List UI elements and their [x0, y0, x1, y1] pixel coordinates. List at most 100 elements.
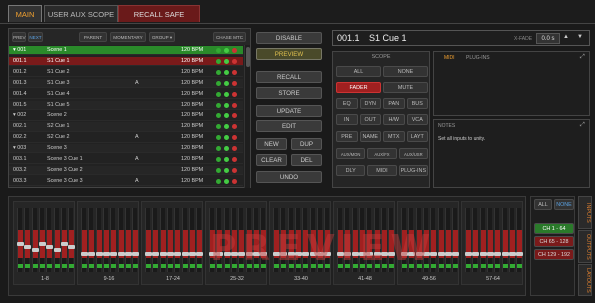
cue-row[interactable]: 002.1 S2 Cue 1 120 BPM — [9, 122, 243, 132]
active-dot-icon[interactable] — [224, 69, 229, 75]
scope-button[interactable]: PAN — [383, 98, 405, 109]
active-dot-icon[interactable] — [224, 91, 229, 97]
tab-recall-safe[interactable]: RECALL SAFE — [118, 5, 200, 22]
cue-row[interactable]: 001.1 S1 Cue 1 120 BPM — [9, 56, 243, 67]
scope-button[interactable]: MIDI — [367, 165, 397, 176]
green-dot-icon[interactable] — [216, 146, 221, 152]
red-dot-icon[interactable] — [232, 69, 237, 75]
scope-button[interactable]: NONE — [383, 66, 428, 77]
update-button[interactable]: UPDATE — [256, 105, 322, 117]
scope-button[interactable]: FADER — [336, 82, 381, 93]
expand-icon[interactable]: ⤢ — [580, 122, 585, 129]
dup-button[interactable]: DUP — [291, 138, 322, 150]
cue-row[interactable]: ▾ 001 Scene 1 120 BPM — [9, 46, 243, 56]
scope-button[interactable]: ALL — [336, 66, 381, 77]
fader-cap[interactable] — [24, 245, 32, 249]
cue-row[interactable]: 001.2 S1 Cue 2 120 BPM — [9, 68, 243, 78]
fader-bank[interactable]: 1-8 — [13, 201, 76, 285]
fader-cap[interactable] — [17, 242, 24, 246]
green-dot-icon[interactable] — [216, 178, 221, 184]
fader-cap[interactable] — [494, 252, 502, 256]
fader-cap[interactable] — [437, 252, 445, 256]
fader-cap[interactable] — [88, 252, 96, 256]
active-dot-icon[interactable] — [224, 80, 229, 86]
active-dot-icon[interactable] — [224, 124, 229, 130]
fader-cap[interactable] — [472, 252, 480, 256]
red-dot-icon[interactable] — [232, 167, 237, 173]
cue-row[interactable]: ▾ 002 Scene 2 120 BPM — [9, 111, 243, 121]
red-dot-icon[interactable] — [232, 157, 237, 162]
fader-cap[interactable] — [145, 252, 152, 256]
tab-outputs[interactable]: OUTPUTS — [578, 230, 592, 263]
down-arrow-icon[interactable]: ▼ — [577, 34, 583, 40]
fader-cap[interactable] — [102, 252, 110, 256]
fader-cap[interactable] — [117, 252, 125, 256]
scope-button[interactable]: BUS — [406, 98, 428, 109]
chase-mtc-button[interactable]: CHASE MTC — [213, 32, 246, 42]
red-dot-icon[interactable] — [232, 102, 237, 108]
fader-cap[interactable] — [166, 252, 174, 256]
scope-button[interactable]: DLY — [336, 165, 366, 176]
fader-cap[interactable] — [465, 252, 472, 256]
notes-text[interactable]: Set all inputs to unity. — [438, 136, 586, 184]
active-dot-icon[interactable] — [224, 135, 229, 141]
tab-layouts[interactable]: LAYOUTS — [578, 264, 592, 296]
fader-cap[interactable] — [516, 252, 524, 256]
active-dot-icon[interactable] — [224, 102, 229, 108]
group-dropdown[interactable]: GROUP ▾ — [149, 32, 175, 42]
tab-midi[interactable]: MIDI — [444, 55, 455, 61]
fader-bank[interactable]: 9-16 — [77, 201, 140, 285]
active-dot-icon[interactable] — [224, 178, 229, 184]
fader-bank[interactable]: 57-64 — [461, 201, 524, 285]
range-3-button[interactable]: CH 129 - 192 — [534, 249, 574, 260]
red-dot-icon[interactable] — [232, 113, 237, 119]
expand-icon[interactable]: ⤢ — [580, 54, 585, 61]
scope-button[interactable]: AUX/MON — [336, 148, 366, 159]
green-dot-icon[interactable] — [216, 102, 221, 108]
fader-cap[interactable] — [68, 245, 76, 249]
fader-cap[interactable] — [508, 252, 516, 256]
fader-cap[interactable] — [132, 252, 140, 256]
fader-cap[interactable] — [196, 252, 204, 256]
scope-button[interactable]: IN — [336, 114, 358, 125]
fader-cap[interactable] — [479, 252, 487, 256]
cue-row[interactable]: 003.2 Scene 3 Cue 2 120 BPM — [9, 165, 243, 176]
fader-cap[interactable] — [81, 252, 88, 256]
tab-plug-ins[interactable]: PLUG-INS — [466, 55, 490, 61]
fader-cap[interactable] — [452, 252, 460, 256]
xfade-input[interactable]: 0.0 s — [536, 33, 560, 44]
green-dot-icon[interactable] — [216, 157, 221, 162]
cue-row[interactable]: 001.5 S1 Cue 5 120 BPM — [9, 100, 243, 110]
momentary-button[interactable]: MOMENTARY — [110, 32, 146, 42]
all-button[interactable]: ALL — [534, 199, 552, 210]
red-dot-icon[interactable] — [232, 80, 237, 86]
up-arrow-icon[interactable]: ▲ — [563, 34, 569, 40]
green-dot-icon[interactable] — [216, 113, 221, 119]
store-button[interactable]: STORE — [256, 87, 322, 99]
active-dot-icon[interactable] — [224, 146, 229, 152]
cue-row[interactable]: 002.2 S2 Cue 2 A 120 BPM — [9, 133, 243, 143]
del-button[interactable]: DEL — [291, 154, 322, 166]
green-dot-icon[interactable] — [216, 69, 221, 75]
fader-cap[interactable] — [31, 248, 39, 252]
scope-button[interactable]: AUX/USR — [398, 148, 428, 159]
active-dot-icon[interactable] — [224, 48, 229, 53]
scope-button[interactable]: MUTE — [383, 82, 428, 93]
red-dot-icon[interactable] — [232, 124, 237, 130]
next-button[interactable]: NEXT — [28, 32, 43, 42]
tab-user-aux-scope[interactable]: USER AUX SCOPE — [44, 5, 118, 22]
red-dot-icon[interactable] — [232, 146, 237, 152]
scope-button[interactable]: AUX/FX — [367, 148, 397, 159]
scope-button[interactable]: MTX — [383, 131, 405, 142]
cue-name[interactable]: S1 Cue 1 — [369, 33, 407, 43]
red-dot-icon[interactable] — [232, 135, 237, 141]
red-dot-icon[interactable] — [232, 91, 237, 97]
edit-button[interactable]: EDIT — [256, 120, 322, 132]
cue-row[interactable]: 001.3 S1 Cue 3 A 120 BPM — [9, 78, 243, 89]
scope-button[interactable]: H/W — [383, 114, 405, 125]
preview-button[interactable]: PREVIEW — [256, 48, 322, 60]
active-dot-icon[interactable] — [224, 58, 229, 64]
cue-row[interactable]: 003.1 Scene 3 Cue 1 A 120 BPM — [9, 155, 243, 165]
range-2-button[interactable]: CH 65 - 128 — [534, 236, 574, 247]
green-dot-icon[interactable] — [216, 91, 221, 97]
